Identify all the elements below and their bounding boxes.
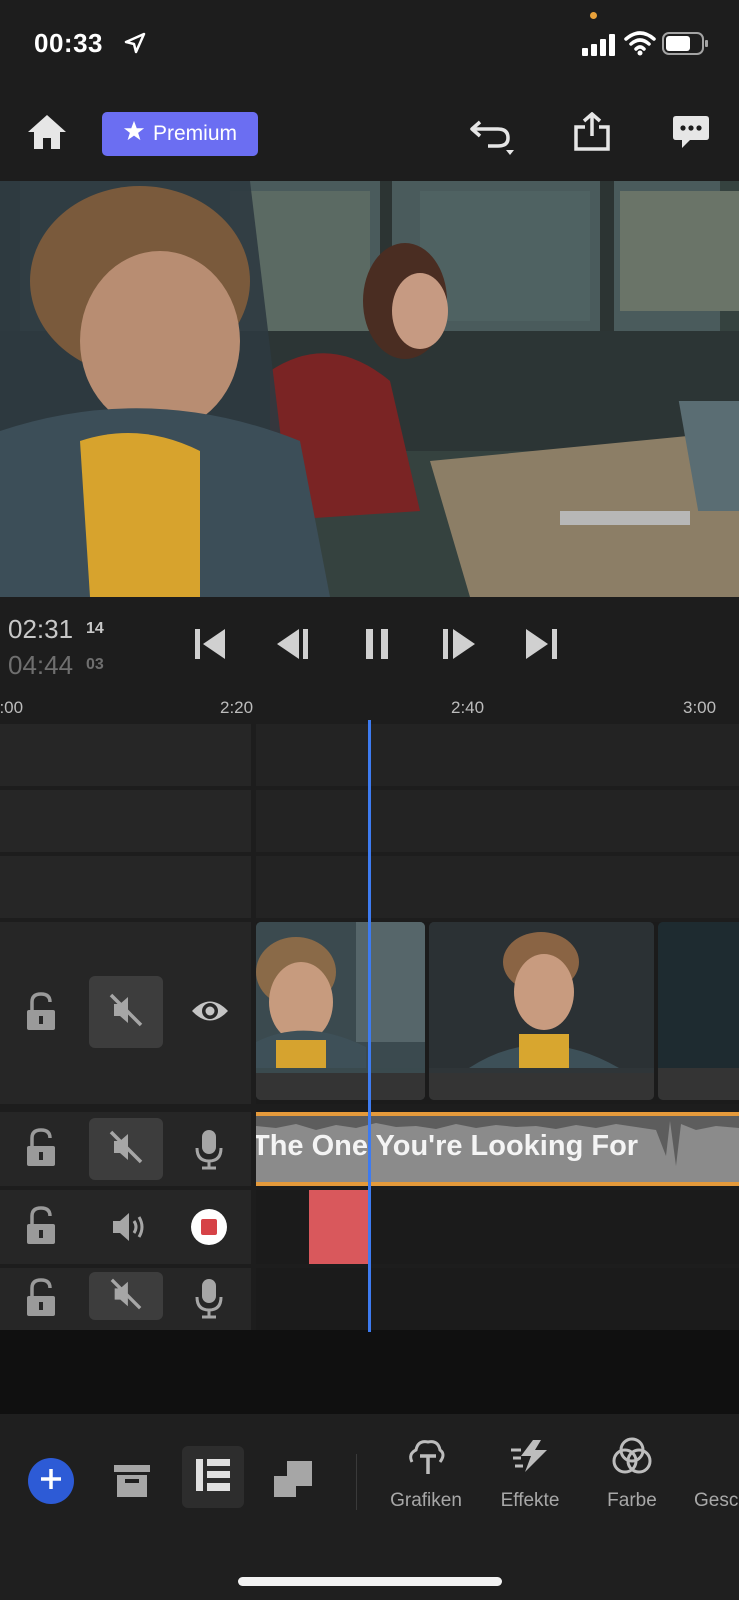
skip-to-end-icon[interactable] xyxy=(524,627,560,666)
plus-icon xyxy=(39,1467,63,1496)
current-timecode: 02:31 xyxy=(8,614,74,644)
star-icon xyxy=(123,120,145,148)
speaker-off-icon xyxy=(108,992,144,1033)
media-bin-icon[interactable] xyxy=(113,1464,151,1498)
signal-icon xyxy=(582,34,618,61)
voiceover-track-header xyxy=(0,1190,251,1264)
unlock-icon[interactable] xyxy=(24,1206,58,1246)
skip-to-start-icon[interactable] xyxy=(193,627,229,666)
speaker-icon[interactable] xyxy=(110,1210,148,1244)
track-header-empty xyxy=(0,790,251,852)
speaker-off-icon xyxy=(108,1129,144,1170)
timeline-view-button[interactable] xyxy=(182,1446,244,1508)
ruler-tick-label: 2:20 xyxy=(220,698,254,717)
color-icon xyxy=(592,1434,672,1478)
feedback-icon[interactable] xyxy=(672,114,710,157)
unlock-icon[interactable] xyxy=(24,1278,58,1318)
track-lane-empty[interactable] xyxy=(256,790,739,852)
timeline-empty-area xyxy=(0,1330,739,1414)
music-track-lane[interactable]: The One You're Looking For xyxy=(256,1112,739,1186)
track-lane-empty[interactable] xyxy=(256,724,739,786)
music-track-header xyxy=(0,1112,251,1186)
video-track-header xyxy=(0,922,251,1104)
audio-clip-title: The One You're Looking For xyxy=(256,1130,639,1162)
total-duration: 04:44 xyxy=(8,650,74,680)
record-button[interactable] xyxy=(191,1209,227,1245)
audio-clip[interactable]: The One You're Looking For xyxy=(256,1112,739,1186)
track-header-empty xyxy=(0,856,251,918)
timeline-ruler[interactable]: 2:00 2:20 2:40 3:00 xyxy=(0,690,739,720)
ruler-tick-label: 2:40 xyxy=(451,698,485,717)
track-header-empty xyxy=(0,724,251,786)
voiceover-track-lane[interactable] xyxy=(256,1190,739,1264)
current-frames: 14 xyxy=(86,620,104,637)
tool-label: Geschwindigkeit xyxy=(694,1490,739,1511)
unlock-icon[interactable] xyxy=(24,1128,58,1168)
track-mute-button[interactable] xyxy=(89,976,163,1048)
add-media-button[interactable] xyxy=(28,1458,74,1504)
tool-label: Grafiken xyxy=(390,1490,462,1511)
aspect-ratio-icon[interactable] xyxy=(273,1460,313,1498)
premium-button[interactable]: Premium xyxy=(102,112,258,156)
bottom-toolbar: Grafiken Effekte Farbe Geschwindigkeit xyxy=(0,1414,739,1600)
premium-label: Premium xyxy=(152,122,237,145)
track-mute-button[interactable] xyxy=(89,1118,163,1180)
pause-icon[interactable] xyxy=(364,628,392,665)
tool-label: Effekte xyxy=(500,1490,560,1511)
track-lane-empty[interactable] xyxy=(256,856,739,918)
home-icon[interactable] xyxy=(26,113,68,156)
location-arrow-icon xyxy=(124,32,146,59)
total-frames: 03 xyxy=(86,656,104,673)
privacy-indicator xyxy=(590,12,597,19)
speaker-off-icon xyxy=(109,1277,143,1316)
playhead[interactable] xyxy=(368,720,371,1332)
tool-graphics[interactable]: Grafiken xyxy=(386,1434,466,1512)
tool-speed[interactable]: Geschwindigkeit xyxy=(694,1434,739,1512)
record-stop-icon xyxy=(201,1219,217,1235)
share-icon[interactable] xyxy=(573,111,611,157)
recording-clip[interactable] xyxy=(309,1190,369,1264)
toolbar-divider xyxy=(356,1454,357,1510)
status-time: 00:33 xyxy=(34,28,103,58)
unlock-icon[interactable] xyxy=(24,992,58,1032)
tool-label: Farbe xyxy=(607,1490,657,1511)
tool-effects[interactable]: Effekte xyxy=(490,1434,570,1512)
previous-frame-icon[interactable] xyxy=(275,627,311,666)
audio-track-header xyxy=(0,1268,251,1330)
wifi-icon xyxy=(624,30,656,61)
video-track-lane[interactable] xyxy=(256,922,739,1104)
ruler-tick-label: 2:00 xyxy=(0,698,24,717)
ruler-tick-label: 3:00 xyxy=(683,698,717,717)
video-preview[interactable] xyxy=(0,181,739,597)
undo-icon[interactable] xyxy=(470,114,520,161)
visibility-eye-icon[interactable] xyxy=(190,996,230,1026)
video-clip[interactable] xyxy=(429,922,654,1100)
track-mute-button[interactable] xyxy=(89,1272,163,1320)
microphone-icon[interactable] xyxy=(194,1128,224,1170)
microphone-icon[interactable] xyxy=(194,1277,224,1319)
audio-track-lane[interactable] xyxy=(256,1268,739,1330)
tool-color[interactable]: Farbe xyxy=(592,1434,672,1512)
next-frame-icon[interactable] xyxy=(441,627,477,666)
effects-icon xyxy=(490,1434,570,1478)
tracks-list-icon xyxy=(195,1458,231,1497)
graphics-icon xyxy=(386,1434,466,1478)
video-clip[interactable] xyxy=(658,922,739,1100)
battery-icon xyxy=(662,32,710,61)
home-indicator xyxy=(238,1577,502,1586)
video-clip[interactable] xyxy=(256,922,425,1100)
